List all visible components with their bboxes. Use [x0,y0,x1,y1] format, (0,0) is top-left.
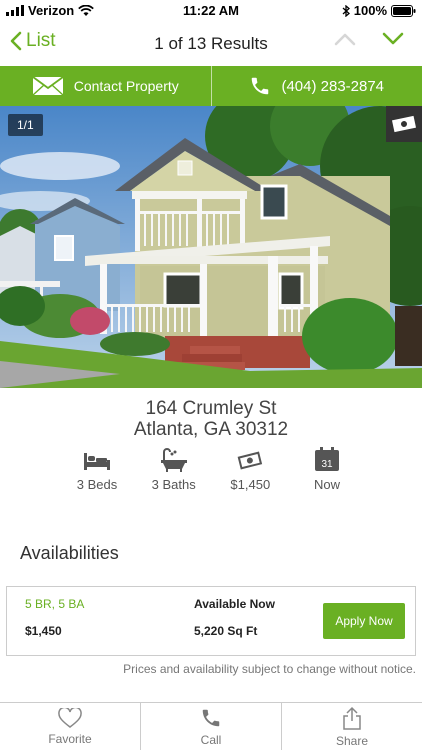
fact-availability: 31 Now [292,446,362,492]
share-label: Share [335,733,369,748]
call-tab[interactable]: Call [141,703,282,750]
bathtub-icon [160,446,188,472]
bed-icon [83,446,111,472]
call-label: Call [200,732,222,747]
calendar-icon: 31 [314,446,340,472]
battery-icon [391,4,416,17]
next-result-button[interactable] [382,32,404,51]
heart-icon [58,707,82,728]
contact-property-label: Contact Property [73,78,179,94]
results-counter: 1 of 13 Results [154,34,268,53]
street-address: 164 Crumley St [145,398,277,419]
price-tag-badge[interactable] [386,106,422,142]
favorite-tab[interactable]: Favorite [0,703,141,750]
property-address: 164 Crumley St Atlanta, GA 30312 [0,398,422,440]
cash-icon [391,115,417,133]
photo-counter: 1/1 [8,114,43,136]
unit-sqft: 5,220 Sq Ft [194,624,258,638]
share-icon [343,706,361,730]
fact-beds: 3 Beds [62,446,132,492]
bottom-tab-bar: Favorite Call Share [0,702,422,750]
price-label: $1,450 [230,477,271,492]
contact-action-bar: Contact Property (404) 283-2874 [0,66,422,106]
money-icon [236,446,264,472]
availability-label: Now [313,477,340,492]
chevron-up-icon [334,33,356,46]
availability-card: 5 BR, 5 BA $1,450 Available Now 5,220 Sq… [6,586,416,656]
house-photo [0,106,422,388]
unit-price: $1,450 [25,624,62,638]
fact-baths: 3 Baths [139,446,209,492]
previous-result-button[interactable] [334,32,356,51]
apply-now-button[interactable]: Apply Now [323,603,405,639]
status-right: 100% [342,3,416,18]
city-state-zip: Atlanta, GA 30312 [133,419,289,440]
call-phone-button[interactable]: (404) 283-2874 [212,66,422,106]
contact-property-button[interactable]: Contact Property [0,66,211,106]
nav-bar: List 1 of 13 Results [0,22,422,66]
baths-label: 3 Baths [151,477,196,492]
status-bar: Verizon 11:22 AM 100% [0,0,422,22]
phone-icon [252,77,269,95]
phone-icon [202,709,220,726]
calendar-day: 31 [321,459,333,470]
beds-label: 3 Beds [76,477,118,492]
property-photo[interactable]: 1/1 [0,106,422,388]
pricing-disclaimer: Prices and availability subject to chang… [123,662,416,676]
availabilities-heading: Availabilities [20,543,119,563]
property-facts: 3 Beds 3 Baths $1,450 31 Now [62,446,362,492]
favorite-label: Favorite [48,731,92,746]
bluetooth-icon [342,4,350,17]
unit-type: 5 BR, 5 BA [25,597,85,611]
share-tab[interactable]: Share [282,703,422,750]
unit-status: Available Now [194,597,275,611]
phone-number: (404) 283-2874 [281,77,385,95]
fact-price: $1,450 [215,446,285,492]
envelope-icon [32,76,64,96]
chevron-down-icon [382,32,404,45]
battery-percent: 100% [353,3,387,18]
